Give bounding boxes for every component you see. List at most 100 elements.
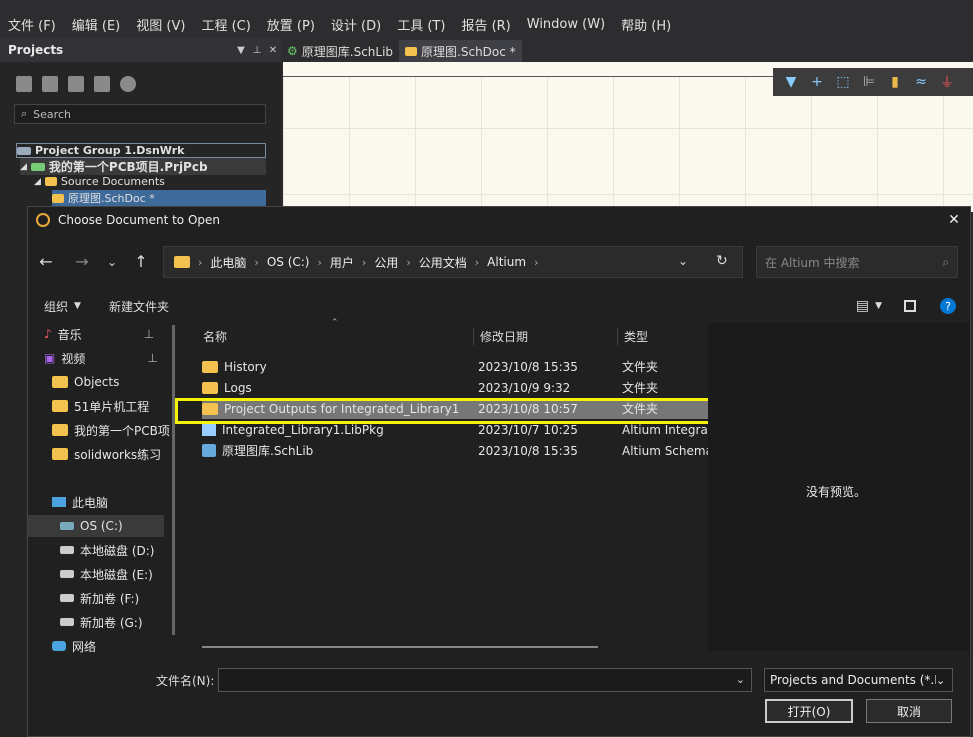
back-icon[interactable]: ←: [36, 252, 56, 271]
column-name[interactable]: 名称: [196, 327, 474, 345]
file-date: 2023/10/9 9:32: [478, 380, 571, 395]
breadcrumb-item[interactable]: 用户: [330, 254, 354, 271]
up-icon[interactable]: ↑: [131, 252, 151, 271]
pin-icon[interactable]: ⊥: [249, 45, 265, 56]
file-name: 原理图库.SchLib: [222, 444, 314, 458]
horizontal-scrollbar[interactable]: [202, 646, 598, 648]
tree-item-folder[interactable]: ◢ Source Documents: [34, 175, 165, 188]
sidebar-item-label: 我的第一个PCB项: [74, 423, 170, 438]
menu-item[interactable]: 放置 (P): [259, 15, 323, 34]
select-icon[interactable]: ⬚: [833, 74, 853, 90]
panel-title: Projects: [8, 43, 64, 57]
sidebar-item-51[interactable]: 51单片机工程: [52, 395, 149, 417]
preview-pane: 没有预览。: [708, 323, 970, 651]
align-icon[interactable]: ⊫: [859, 74, 879, 90]
computer-icon: [52, 497, 66, 507]
breadcrumb-item[interactable]: OS (C:): [267, 255, 310, 269]
breadcrumb-item[interactable]: 公用文档: [419, 254, 467, 271]
menu-item[interactable]: 设计 (D): [323, 15, 389, 34]
chevron-down-icon[interactable]: ⌄: [936, 674, 952, 687]
folder-open-icon[interactable]: [94, 76, 110, 92]
refresh-icon[interactable]: ↻: [716, 253, 728, 269]
help-icon[interactable]: ?: [940, 298, 956, 314]
network-icon: [52, 641, 66, 651]
close-icon[interactable]: ✕: [265, 45, 281, 56]
menu-item[interactable]: 文件 (F): [0, 15, 64, 34]
recent-dropdown-icon[interactable]: ⌄: [102, 255, 122, 269]
breadcrumb-item[interactable]: 此电脑: [210, 254, 246, 271]
view-options-icon[interactable]: ▤: [856, 298, 869, 314]
sidebar-item-solidworks[interactable]: solidworks练习: [52, 443, 161, 465]
wire-icon[interactable]: ≈: [911, 74, 931, 90]
sidebar-item-drive-c[interactable]: OS (C:): [28, 515, 164, 537]
sidebar-item-music[interactable]: ♪ 音乐 ⊥: [44, 323, 154, 345]
column-date[interactable]: 修改日期: [474, 327, 618, 345]
libpkg-icon: [202, 423, 216, 436]
filetype-select[interactable]: Projects and Documents (*.D ⌄: [764, 668, 953, 692]
schlib-icon: [202, 444, 216, 457]
sidebar-item-this-pc[interactable]: 此电脑: [52, 491, 108, 513]
sidebar-scrollbar[interactable]: [172, 325, 175, 635]
tree-item-project[interactable]: ◢ 我的第一个PCB项目.PrjPcb: [20, 158, 266, 175]
organize-dropdown-icon[interactable]: ▼: [74, 301, 81, 311]
file-date: 2023/10/8 15:35: [478, 443, 578, 458]
chevron-right-icon: ›: [198, 255, 203, 269]
filter-icon[interactable]: ▼: [781, 74, 801, 90]
collapse-icon[interactable]: ◢: [20, 162, 27, 172]
drive-icon: [60, 546, 74, 554]
drive-icon: [60, 522, 74, 530]
dialog-close-icon[interactable]: ✕: [938, 212, 970, 228]
menu-item[interactable]: 报告 (R): [453, 15, 518, 34]
menu-item[interactable]: 工程 (C): [193, 15, 258, 34]
chevron-down-icon[interactable]: ⌄: [736, 673, 745, 686]
sidebar-item-drive-g[interactable]: 新加卷 (G:): [60, 611, 143, 633]
column-type[interactable]: 类型: [618, 328, 648, 345]
move-icon[interactable]: +: [807, 74, 827, 90]
address-dropdown-icon[interactable]: ⌄: [678, 254, 688, 268]
file-row[interactable]: Logs 2023/10/9 9:32 文件夹: [202, 377, 710, 398]
tab-schdoc[interactable]: 原理图.SchDoc *: [399, 40, 522, 62]
tab-schlib[interactable]: ⚙ 原理图库.SchLib: [281, 40, 399, 62]
panel-menu-icon[interactable]: ▼: [233, 45, 249, 56]
breadcrumb-item[interactable]: 公用: [374, 254, 398, 271]
sidebar-item-network[interactable]: 网络: [52, 635, 96, 657]
cancel-button[interactable]: 取消: [866, 699, 952, 723]
collapse-icon[interactable]: ◢: [34, 177, 41, 187]
chevron-right-icon: ›: [534, 255, 539, 269]
tree-item-group[interactable]: Project Group 1.DsnWrk: [16, 143, 266, 158]
new-folder-button[interactable]: 新建文件夹: [109, 298, 169, 315]
copy-icon[interactable]: [42, 76, 58, 92]
sidebar-item-drive-f[interactable]: 新加卷 (F:): [60, 587, 139, 609]
sidebar-item-pcb[interactable]: 我的第一个PCB项: [52, 419, 170, 441]
comment-icon[interactable]: [68, 76, 84, 92]
address-bar[interactable]: › 此电脑 › OS (C:) › 用户 › 公用 › 公用文档 › Altiu…: [163, 246, 743, 278]
organize-button[interactable]: 组织: [44, 298, 68, 315]
menu-item[interactable]: 编辑 (E): [64, 15, 129, 34]
preview-pane-icon[interactable]: [904, 300, 916, 312]
component-icon[interactable]: ▮: [885, 74, 905, 90]
sidebar-item-drive-d[interactable]: 本地磁盘 (D:): [60, 539, 154, 561]
menu-item[interactable]: 工具 (T): [389, 15, 453, 34]
menu-item[interactable]: 视图 (V): [128, 15, 193, 34]
save-icon[interactable]: [16, 76, 32, 92]
sidebar-item-objects[interactable]: Objects: [52, 371, 119, 393]
menu-item[interactable]: Window (W): [519, 17, 613, 32]
tree-item-doc[interactable]: 原理图.SchDoc *: [52, 190, 266, 206]
view-dropdown-icon[interactable]: ▼: [875, 301, 882, 311]
breadcrumb-item[interactable]: Altium: [487, 255, 526, 269]
altium-logo-icon: [36, 213, 50, 227]
panel-search-input[interactable]: ⌕ Search: [14, 104, 266, 124]
filename-input[interactable]: ⌄: [218, 668, 752, 692]
sidebar-item-video[interactable]: ▣ 视频 ⊥: [44, 347, 158, 369]
forward-icon[interactable]: →: [72, 252, 92, 271]
filename-label: 文件名(N):: [156, 674, 215, 688]
gear-icon[interactable]: [120, 76, 136, 92]
menu-item[interactable]: 帮助 (H): [613, 15, 679, 34]
folder-icon: [174, 256, 190, 268]
file-row[interactable]: 原理图库.SchLib 2023/10/8 15:35 Altium Schem…: [202, 440, 710, 461]
power-icon[interactable]: ⏚: [937, 72, 957, 92]
sidebar-item-drive-e[interactable]: 本地磁盘 (E:): [60, 563, 153, 585]
dialog-search-input[interactable]: 在 Altium 中搜索 ⌕: [756, 246, 958, 278]
file-row[interactable]: History 2023/10/8 15:35 文件夹: [202, 356, 710, 377]
open-button[interactable]: 打开(O): [765, 699, 853, 723]
